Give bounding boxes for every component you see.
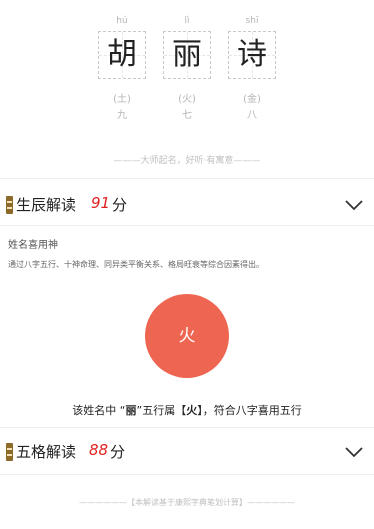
element-tag: (土)	[113, 94, 131, 105]
section-title: 生辰解读	[16, 196, 77, 214]
result-character: 丽	[125, 404, 137, 417]
pinyin-label: hú	[116, 16, 128, 26]
name-display: hú 胡 (土) 九 lì 丽 (火) 七 shī 诗 (金) 八	[0, 14, 374, 124]
score-value: 88	[89, 441, 109, 459]
pinyin-label: shī	[245, 16, 259, 26]
name-character: 丽	[172, 37, 202, 72]
element-tag: (金)	[243, 94, 261, 105]
char-grid-box: 丽	[163, 31, 211, 79]
score-unit: 分	[110, 443, 126, 461]
preferred-element-description: 通过八字五行、十神命理、同异类平衡关系、格局旺衰等综合因素得出。	[8, 260, 264, 269]
chevron-down-icon[interactable]	[344, 445, 364, 459]
score-value: 91	[91, 194, 111, 212]
divider	[0, 474, 374, 475]
divider	[0, 225, 374, 226]
name-character: 胡	[107, 37, 137, 72]
score-unit: 分	[112, 196, 128, 214]
chevron-down-icon[interactable]	[344, 198, 364, 212]
name-character: 诗	[237, 37, 267, 72]
pinyin-label: lì	[184, 16, 190, 26]
element-tag: (火)	[178, 94, 196, 105]
char-grid-box: 胡	[98, 31, 146, 79]
seal-icon	[6, 443, 13, 461]
section-header-wuge[interactable]: 五格解读 88 分	[0, 432, 374, 472]
footer-note: ——————【本解读基于康熙字典笔划计算】——————	[79, 498, 295, 507]
element-result-text: 该姓名中 “丽”五行属【火】，符合八字喜用五行	[72, 404, 302, 417]
motto-text: ———大师起名，好听·有寓意———	[113, 156, 261, 166]
divider	[0, 178, 374, 179]
name-char-3: shī 诗 (金) 八	[228, 14, 276, 123]
char-grid-box: 诗	[228, 31, 276, 79]
section-header-shengchen[interactable]: 生辰解读 91 分	[0, 185, 374, 225]
preferred-element-label: 姓名喜用神	[8, 240, 58, 251]
stroke-count: 七	[182, 110, 192, 121]
name-char-1: hú 胡 (土) 九	[98, 14, 146, 123]
element-circle-badge: 火	[145, 294, 229, 378]
name-char-2: lì 丽 (火) 七	[163, 14, 211, 123]
divider	[0, 427, 374, 428]
seal-icon	[6, 196, 13, 214]
stroke-count: 八	[247, 110, 257, 121]
stroke-count: 九	[117, 110, 127, 121]
result-element: 火	[186, 404, 198, 417]
section-title: 五格解读	[16, 443, 77, 461]
